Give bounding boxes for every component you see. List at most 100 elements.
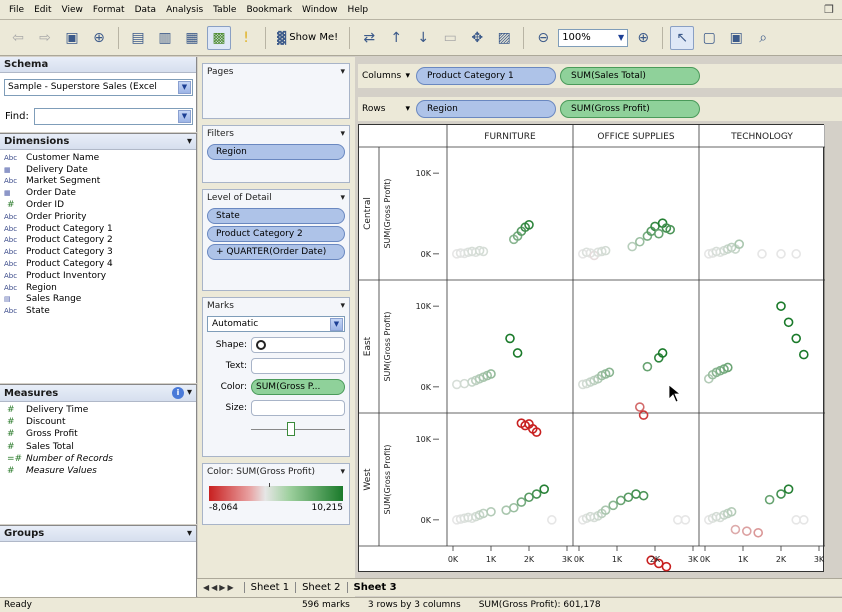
menu-help[interactable]: Help: [343, 5, 374, 15]
dimension-field-label: Order ID: [26, 200, 65, 211]
presentation-icon[interactable]: ▨: [492, 26, 516, 50]
tab-navigation-icon[interactable]: ◀◀▶▶: [203, 583, 236, 592]
size-slider[interactable]: [251, 420, 345, 436]
text-shelf[interactable]: [251, 357, 345, 374]
save-icon[interactable]: ▣: [60, 26, 84, 50]
restore-window-icon[interactable]: ❐: [824, 3, 834, 16]
forward-icon[interactable]: ⇨: [33, 26, 57, 50]
measure-field[interactable]: # Discount: [0, 416, 196, 428]
dimension-field[interactable]: Abc Order Priority: [0, 211, 196, 223]
clear-sheet-icon[interactable]: ▦: [180, 26, 204, 50]
chevron-down-icon[interactable]: ▾: [340, 193, 345, 203]
row-pill-profit[interactable]: SUM(Gross Profit): [560, 100, 700, 118]
data-point: [608, 500, 618, 511]
show-me-button[interactable]: ▓ Show Me!: [273, 26, 342, 50]
dimension-field[interactable]: Abc Region: [0, 282, 196, 294]
duplicate-sheet-icon[interactable]: ▥: [153, 26, 177, 50]
dimension-field[interactable]: Abc Market Segment: [0, 176, 196, 188]
chevron-down-icon[interactable]: ▾: [340, 467, 345, 477]
pages-title: Pages: [207, 67, 234, 77]
sort-ascending-icon[interactable]: ↑: [384, 26, 408, 50]
pages-shelf[interactable]: Pages ▾: [202, 63, 350, 119]
menu-view[interactable]: View: [57, 5, 88, 15]
visualization-area[interactable]: FURNITURE OFFICE SUPPLIES TECHNOLOGY Centra…: [358, 124, 826, 589]
dimension-field[interactable]: # Order ID: [0, 199, 196, 211]
find-input[interactable]: ▼: [34, 108, 193, 125]
mark-type-select[interactable]: Automatic ▼: [207, 316, 345, 332]
dimension-field[interactable]: Abc Product Category 3: [0, 246, 196, 258]
info-icon[interactable]: i: [171, 387, 184, 399]
data-point: [730, 524, 741, 535]
measure-field[interactable]: # Sales Total: [0, 441, 196, 453]
shape-shelf[interactable]: [251, 336, 345, 353]
menu-window[interactable]: Window: [297, 5, 343, 15]
detail-pill-state[interactable]: State: [207, 208, 345, 224]
detail-pill-category[interactable]: Product Category 2: [207, 226, 345, 242]
zoom-tool-icon[interactable]: ⌕: [751, 26, 775, 50]
tab-sheet-3[interactable]: Sheet 3: [346, 582, 403, 593]
columns-shelf[interactable]: Columns ▾ Product Category 1 SUM(Sales To…: [358, 64, 842, 88]
dimension-field[interactable]: Abc Product Category 4: [0, 258, 196, 270]
zoom-select[interactable]: 100% ▼: [558, 28, 629, 47]
menu-edit[interactable]: Edit: [29, 5, 56, 15]
dimension-field[interactable]: Abc State: [0, 305, 196, 317]
panel-menu-icon[interactable]: ▾: [187, 136, 192, 147]
panel-menu-icon[interactable]: ▾: [187, 387, 192, 398]
pan-tool-icon[interactable]: ▣: [724, 26, 748, 50]
dimension-field[interactable]: ▦ Order Date: [0, 187, 196, 199]
menu-format[interactable]: Format: [88, 5, 130, 15]
chevron-down-icon[interactable]: ▾: [340, 129, 345, 139]
detail-pill-quarter[interactable]: + QUARTER(Order Date): [207, 244, 345, 260]
menu-analysis[interactable]: Analysis: [161, 5, 208, 15]
menu-file[interactable]: File: [4, 5, 29, 15]
new-worksheet-icon[interactable]: ▤: [126, 26, 150, 50]
tab-sheet-1[interactable]: Sheet 1: [243, 582, 295, 593]
sort-descending-icon[interactable]: ↓: [411, 26, 435, 50]
row-pill-region[interactable]: Region: [416, 100, 556, 118]
panel-menu-icon[interactable]: ▾: [187, 528, 192, 539]
x-tick-label: 1K: [486, 555, 497, 564]
lasso-tool-icon[interactable]: ▢: [697, 26, 721, 50]
run-update-icon[interactable]: !: [234, 26, 258, 50]
auto-update-icon[interactable]: ▩: [207, 25, 231, 50]
filter-pill-region[interactable]: Region: [207, 144, 345, 160]
color-label: Color:: [220, 381, 247, 392]
filters-shelf[interactable]: Filters ▾ Region: [202, 125, 350, 183]
measure-field[interactable]: =# Number of Records: [0, 453, 196, 465]
measure-field[interactable]: # Measure Values: [0, 465, 196, 477]
chevron-down-icon[interactable]: ▾: [340, 301, 345, 311]
select-tool-icon[interactable]: ↖: [670, 25, 695, 50]
swap-icon[interactable]: ⇄: [357, 26, 381, 50]
menu-bookmark[interactable]: Bookmark: [241, 5, 297, 15]
size-shelf[interactable]: [251, 399, 345, 416]
scatter-matrix[interactable]: FURNITURE OFFICE SUPPLIES TECHNOLOGY Centra…: [359, 125, 826, 589]
dimension-field[interactable]: Abc Product Category 2: [0, 235, 196, 247]
data-point: [791, 333, 802, 344]
measure-field[interactable]: # Delivery Time: [0, 404, 196, 416]
menu-data[interactable]: Data: [130, 5, 162, 15]
rows-shelf[interactable]: Rows ▾ Region SUM(Gross Profit): [358, 97, 842, 121]
group-icon[interactable]: ▭: [438, 26, 462, 50]
dimension-field[interactable]: ▤ Sales Range: [0, 294, 196, 306]
column-pill-sales[interactable]: SUM(Sales Total): [560, 67, 700, 85]
dimension-field[interactable]: Abc Product Inventory: [0, 270, 196, 282]
zoom-out-icon[interactable]: ⊖: [531, 26, 555, 50]
size-slider-thumb[interactable]: [287, 422, 295, 436]
new-datasource-icon[interactable]: ⊕: [87, 26, 111, 50]
dimension-field[interactable]: ▦ Delivery Date: [0, 164, 196, 176]
detail-shelf[interactable]: Level of Detail ▾ State Product Category …: [202, 189, 350, 291]
menu-table[interactable]: Table: [208, 5, 241, 15]
fit-icon[interactable]: ✥: [465, 26, 489, 50]
column-pill-category[interactable]: Product Category 1: [416, 67, 556, 85]
zoom-in-icon[interactable]: ⊕: [631, 26, 655, 50]
back-icon[interactable]: ⇦: [6, 26, 30, 50]
chevron-down-icon[interactable]: ▾: [340, 67, 345, 77]
dimension-field-label: Product Category 2: [26, 235, 113, 246]
dimension-field[interactable]: Abc Product Category 1: [0, 223, 196, 235]
color-pill[interactable]: SUM(Gross P...: [251, 378, 345, 395]
tab-sheet-2[interactable]: Sheet 2: [295, 582, 346, 593]
measure-field[interactable]: # Gross Profit: [0, 428, 196, 440]
datasource-select[interactable]: Sample - Superstore Sales (Excel ▼: [4, 79, 193, 96]
chevron-down-icon: ▼: [178, 81, 191, 94]
dimension-field[interactable]: Abc Customer Name: [0, 152, 196, 164]
